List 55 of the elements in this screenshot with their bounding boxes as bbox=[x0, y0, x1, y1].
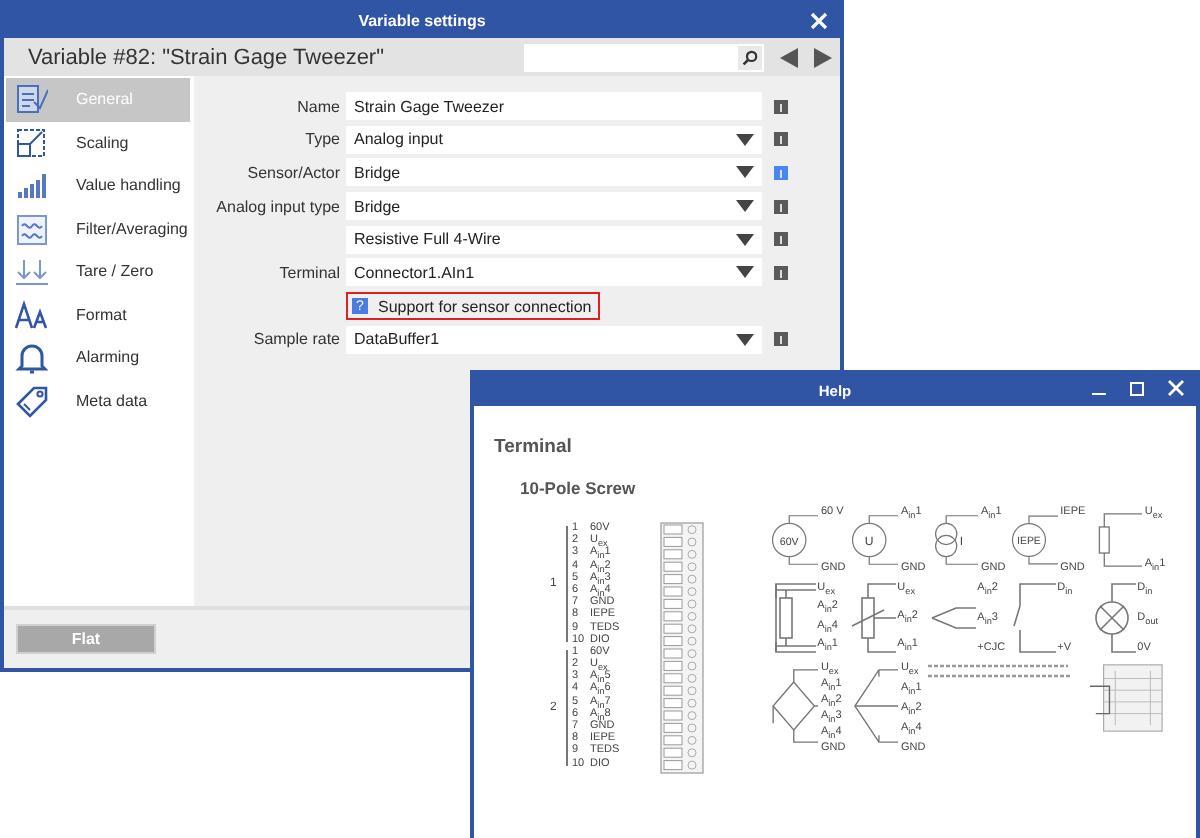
dropdown[interactable]: Analog input bbox=[346, 125, 762, 154]
search-field[interactable] bbox=[524, 43, 764, 71]
caret-icon bbox=[736, 233, 754, 246]
caret-icon bbox=[736, 333, 754, 346]
wave-icon bbox=[14, 211, 48, 246]
bar-graph-icon bbox=[14, 168, 48, 203]
resize-square-icon bbox=[14, 125, 48, 160]
field-label: Type bbox=[305, 130, 340, 149]
clipboard-check-icon bbox=[14, 82, 48, 117]
info-button[interactable] bbox=[774, 199, 788, 214]
sidebar-item[interactable]: Format bbox=[4, 293, 194, 336]
field-label: Sample rate bbox=[253, 330, 340, 349]
sidebar-item[interactable]: Meta data bbox=[4, 379, 194, 422]
field-label: Terminal bbox=[279, 263, 340, 282]
close-icon[interactable] bbox=[1168, 380, 1184, 396]
close-icon[interactable] bbox=[810, 12, 828, 30]
dropdown[interactable]: Bridge bbox=[346, 158, 762, 187]
down-arrows-icon bbox=[14, 254, 48, 289]
search-icon[interactable] bbox=[742, 49, 758, 65]
field-label: Name bbox=[297, 97, 340, 115]
caret-icon bbox=[736, 166, 754, 179]
info-button[interactable] bbox=[774, 265, 788, 280]
variable-heading: Variable #82: "Strain Gage Tweezer" bbox=[28, 45, 387, 69]
letters-icon bbox=[14, 297, 48, 332]
dropdown[interactable]: Connector1.AIn1 bbox=[346, 258, 762, 287]
sidebar-item[interactable]: Tare / Zero bbox=[4, 250, 194, 293]
dropdown[interactable]: Bridge bbox=[346, 192, 762, 221]
sidebar-item[interactable]: Alarming bbox=[4, 336, 194, 379]
switch-drawing bbox=[1007, 582, 1056, 654]
bell-icon bbox=[14, 340, 48, 375]
previous-arrow-icon[interactable] bbox=[780, 47, 798, 67]
help-heading: Terminal bbox=[494, 436, 574, 458]
caret-icon bbox=[736, 200, 754, 213]
sidebar-item[interactable]: Filter/Averaging bbox=[4, 207, 194, 250]
maximize-icon[interactable] bbox=[1130, 381, 1144, 395]
next-arrow-icon[interactable] bbox=[814, 47, 832, 67]
info-button[interactable] bbox=[774, 232, 788, 247]
caret-icon bbox=[736, 133, 754, 146]
dropdown[interactable]: Resistive Full 4-Wire bbox=[346, 225, 762, 254]
info-button[interactable] bbox=[774, 165, 788, 180]
field-label: Analog input type bbox=[216, 197, 340, 216]
dropdown[interactable]: DataBuffer1 bbox=[346, 325, 762, 354]
sidebar-item[interactable]: Scaling bbox=[4, 121, 194, 164]
tag-icon bbox=[14, 383, 48, 418]
info-button[interactable] bbox=[774, 99, 788, 113]
info-button[interactable] bbox=[774, 332, 788, 347]
potentiometer-drawing bbox=[847, 582, 896, 654]
caret-icon bbox=[736, 266, 754, 279]
input-field[interactable]: Strain Gage Tweezer bbox=[346, 92, 762, 120]
sidebar-item[interactable]: Value handling bbox=[4, 164, 194, 207]
window-title: Variable settings bbox=[358, 12, 486, 30]
help-subheading: 10-Pole Screw bbox=[520, 478, 638, 498]
info-button[interactable] bbox=[774, 132, 788, 147]
field-label: Sensor/Actor bbox=[247, 163, 340, 182]
terminal-block-drawing bbox=[1087, 662, 1166, 734]
